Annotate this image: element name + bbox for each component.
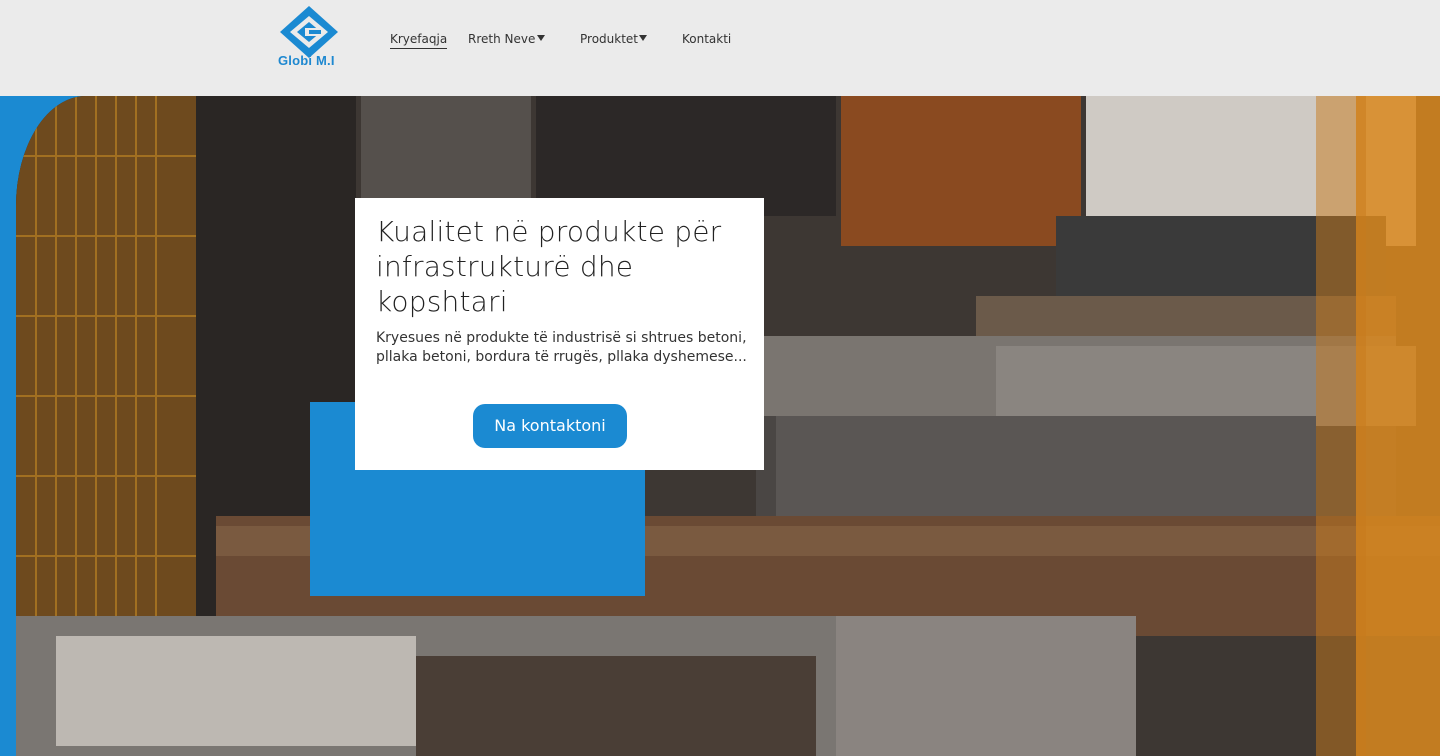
logo-text[interactable]: Globi M.I [278, 53, 335, 68]
chevron-down-icon[interactable] [639, 35, 647, 41]
nav-item-rreth-neve[interactable]: Rreth Neve [468, 31, 535, 47]
hero-title: Kualitet në produkte për infrastrukturë … [376, 215, 722, 318]
site-header: Globi M.I Kryefaqja Rreth Neve Produktet… [0, 0, 1440, 96]
contact-button[interactable]: Na kontaktoni [473, 404, 627, 448]
nav-item-kryefaqja[interactable]: Kryefaqja [390, 31, 448, 49]
nav-item-produktet[interactable]: Produktet [580, 31, 638, 47]
chevron-down-icon[interactable] [537, 35, 545, 41]
hero-card: Kualitet në produkte për infrastrukturë … [355, 198, 764, 470]
hero-description: Kryesues në produkte të industrisë si sh… [376, 330, 747, 365]
nav-item-kontakti[interactable]: Kontakti [682, 31, 731, 47]
